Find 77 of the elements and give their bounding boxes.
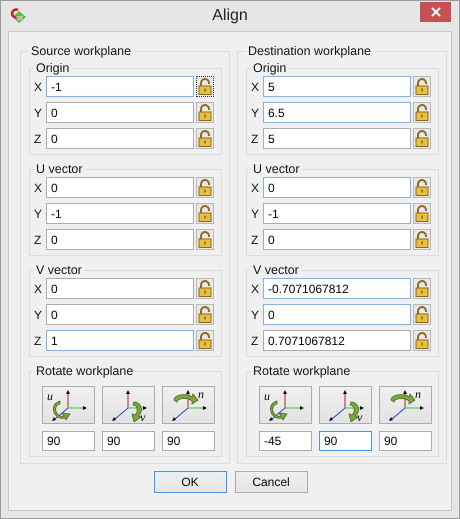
coordinate-field[interactable]: 0	[263, 229, 411, 250]
group-title: Origin	[35, 61, 70, 75]
padlock-icon	[415, 231, 429, 248]
padlock-icon	[198, 104, 212, 121]
coordinate-field[interactable]: -1	[46, 203, 194, 224]
window-title: Align	[212, 7, 248, 25]
coordinate-field[interactable]: 1	[46, 330, 194, 351]
app-logo-icon	[9, 7, 27, 25]
coordinate-field[interactable]: -0.7071067812	[263, 278, 411, 299]
coordinate-field[interactable]: 5	[263, 128, 411, 149]
padlock-icon	[415, 306, 429, 323]
padlock-icon	[415, 205, 429, 222]
padlock-icon	[198, 179, 212, 196]
angle-field[interactable]: 90	[379, 431, 432, 451]
group-title: U vector	[35, 162, 84, 176]
group-title: V vector	[252, 263, 300, 277]
padlock-icon	[198, 130, 212, 147]
axis-label: Y	[34, 206, 44, 220]
axis-label: X	[251, 80, 260, 94]
group-title: U vector	[252, 162, 301, 176]
axis-label: Y	[251, 206, 260, 220]
angle-field[interactable]: 90	[42, 431, 95, 451]
padlock-icon	[415, 104, 429, 121]
close-icon	[430, 7, 440, 17]
axis-label: Z	[34, 334, 42, 348]
axis-label: Z	[34, 232, 42, 246]
group-title: Destination workplane	[247, 44, 372, 58]
coordinate-field[interactable]: -1	[263, 203, 411, 224]
padlock-icon	[415, 280, 429, 297]
angle-field[interactable]: -45	[259, 431, 312, 451]
padlock-icon	[198, 231, 212, 248]
axis-label: Y	[251, 308, 260, 322]
axis-label: X	[34, 282, 44, 296]
padlock-icon	[415, 78, 429, 95]
angle-field[interactable]: 90	[162, 431, 215, 451]
ok-button[interactable]: OK	[154, 471, 226, 493]
lock-button[interactable]	[196, 76, 214, 97]
coordinate-field[interactable]: 0	[263, 177, 411, 198]
coordinate-field[interactable]: 0	[46, 177, 194, 198]
padlock-icon	[415, 130, 429, 147]
coordinate-field[interactable]: 0	[263, 304, 411, 325]
group-title: Source workplane	[30, 44, 132, 58]
axis-label: Z	[34, 132, 42, 146]
coordinate-field[interactable]: 0	[46, 128, 194, 149]
axis-label: Y	[34, 106, 44, 120]
padlock-icon	[415, 332, 429, 349]
coordinate-field[interactable]: 0	[46, 278, 194, 299]
coordinate-field[interactable]: -1	[46, 76, 194, 97]
axis-label: X	[34, 80, 44, 94]
padlock-icon	[415, 179, 429, 196]
close-button[interactable]	[420, 2, 451, 22]
padlock-icon	[198, 205, 212, 222]
axis-label: X	[34, 180, 44, 194]
coordinate-field[interactable]: 0	[46, 229, 194, 250]
cancel-button[interactable]: Cancel	[234, 471, 308, 493]
angle-field[interactable]: 90	[319, 431, 372, 451]
coordinate-field[interactable]: 5	[263, 76, 411, 97]
axis-label: X	[251, 282, 260, 296]
coordinate-field[interactable]: 0.7071067812	[263, 330, 411, 351]
group-title: Rotate workplane	[252, 364, 352, 378]
axis-label: X	[251, 180, 260, 194]
coordinate-field[interactable]: 0	[46, 102, 194, 123]
group-title: Origin	[252, 61, 288, 75]
group-title: V vector	[35, 263, 83, 277]
axis-label: Z	[251, 232, 260, 246]
axis-label: Y	[34, 308, 44, 322]
axis-label: Y	[251, 106, 260, 120]
axis-label: Z	[251, 132, 260, 146]
padlock-icon	[198, 332, 212, 349]
axis-label: Z	[251, 334, 260, 348]
padlock-icon	[198, 78, 212, 95]
padlock-icon	[198, 280, 212, 297]
angle-field[interactable]: 90	[102, 431, 155, 451]
padlock-icon	[198, 306, 212, 323]
group-title: Rotate workplane	[35, 364, 134, 378]
coordinate-field[interactable]: 6.5	[263, 102, 411, 123]
coordinate-field[interactable]: 0	[46, 304, 194, 325]
